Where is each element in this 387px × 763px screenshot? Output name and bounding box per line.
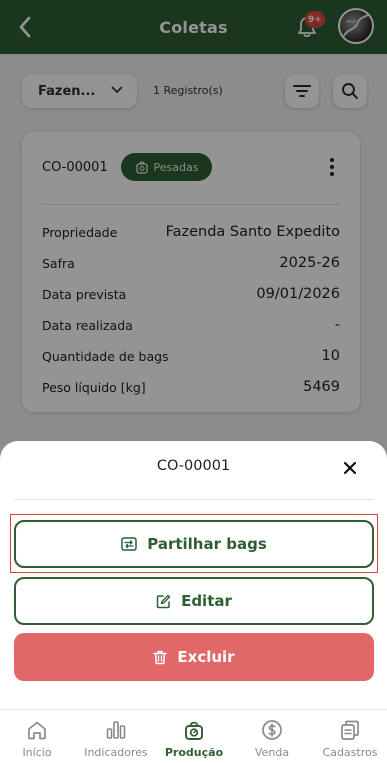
home-icon <box>28 721 46 740</box>
nav-item-label: Venda <box>254 746 290 759</box>
bottom-navigation: Início Indicadores Produção Venda Cadast… <box>0 709 387 763</box>
bar-chart-icon <box>106 721 126 739</box>
nav-item-venda[interactable]: Venda <box>233 718 311 762</box>
edit-icon <box>156 594 171 608</box>
close-icon <box>343 461 357 475</box>
nav-item-indicadores[interactable]: Indicadores <box>77 718 155 762</box>
scale-icon <box>185 721 203 740</box>
sheet-divider <box>14 499 373 500</box>
highlight-box <box>10 514 378 573</box>
nav-item-inicio[interactable]: Início <box>0 718 76 762</box>
edit-button[interactable]: Editar <box>14 577 374 625</box>
delete-button[interactable]: Excluir <box>14 633 374 681</box>
nav-item-label: Cadastros <box>322 746 378 759</box>
nav-item-label: Início <box>22 746 52 759</box>
nav-item-producao[interactable]: Produção <box>155 718 233 762</box>
delete-label: Excluir <box>177 648 235 666</box>
nav-item-cadastros[interactable]: Cadastros <box>311 718 387 762</box>
dollar-icon <box>262 720 282 740</box>
trash-icon <box>153 650 168 664</box>
nav-item-label: Produção <box>164 746 224 759</box>
edit-label: Editar <box>181 592 232 610</box>
sheet-title: CO-00001 <box>156 458 231 474</box>
copy-icon <box>341 720 359 740</box>
nav-item-label: Indicadores <box>84 746 148 759</box>
close-button[interactable] <box>338 456 362 480</box>
